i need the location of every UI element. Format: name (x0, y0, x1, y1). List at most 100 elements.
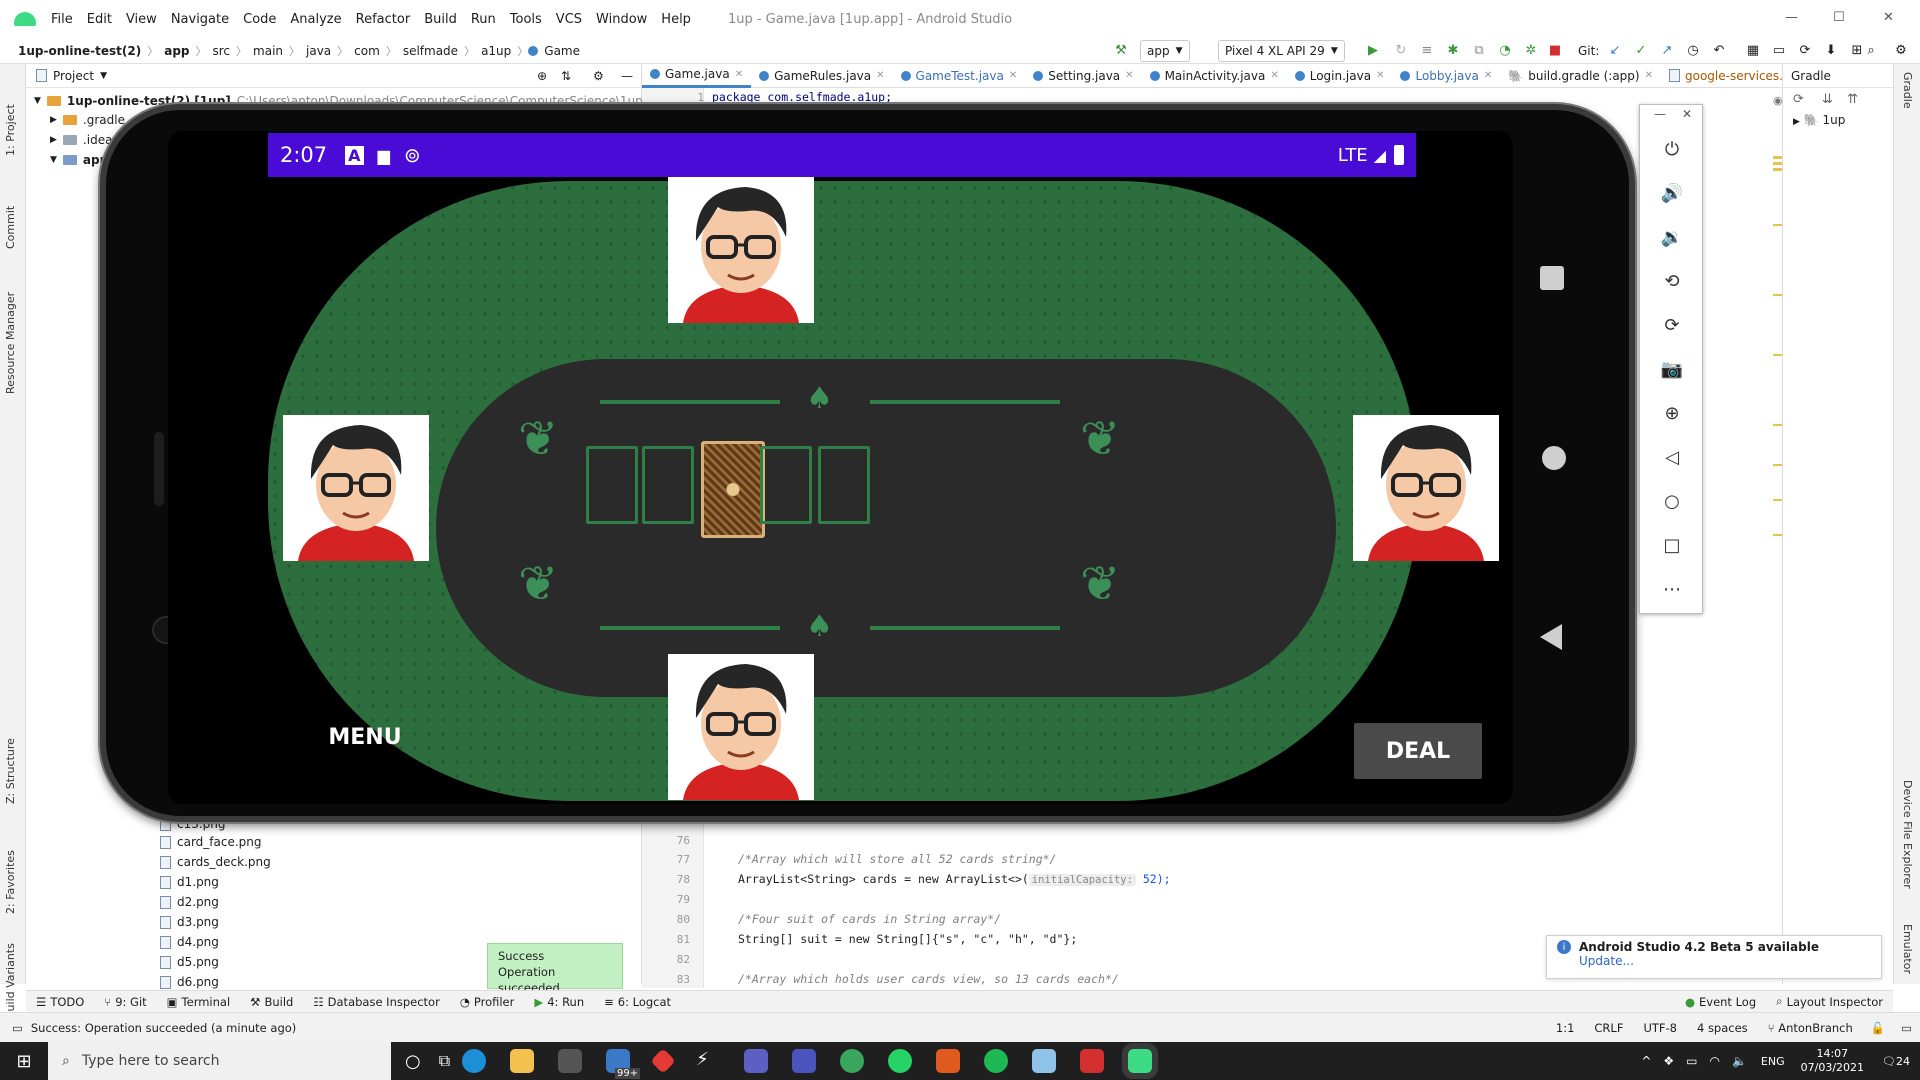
build-variants-tool-tab[interactable]: Build Variants (4, 943, 17, 1019)
debug-app-icon[interactable]: ✲ (1518, 40, 1544, 62)
wifi-icon[interactable]: ◠ (1703, 1054, 1725, 1068)
collapse-icon[interactable]: ⇅ (561, 69, 571, 83)
teams-icon[interactable] (792, 1049, 817, 1073)
profile-icon[interactable]: ◔ (1492, 40, 1518, 62)
close-icon[interactable]: ✕ (1682, 107, 1692, 121)
language-indicator[interactable]: ENG (1753, 1055, 1793, 1068)
edge-icon[interactable] (462, 1049, 487, 1073)
discord-icon[interactable] (744, 1049, 769, 1073)
recents-nav-button[interactable] (1540, 266, 1564, 290)
sync-icon[interactable]: ⟳ (1792, 40, 1818, 62)
menu-run[interactable]: Run (464, 12, 503, 27)
gear-icon[interactable]: ⚙ (593, 69, 604, 83)
app-red-icon[interactable] (1080, 1049, 1105, 1073)
run-tool-tab[interactable]: ▶ 4: Run (524, 995, 594, 1009)
apply-changes-icon[interactable]: ≡ (1414, 40, 1440, 62)
stop-icon[interactable]: ■ (1542, 40, 1568, 62)
tree-file[interactable]: d1.png (160, 875, 219, 889)
build-tool-tab[interactable]: ⚒ Build (240, 995, 303, 1009)
back-icon[interactable]: ◁ (1656, 441, 1688, 473)
menu-analyze[interactable]: Analyze (283, 12, 348, 27)
card-slot[interactable] (642, 446, 694, 524)
cortana-icon[interactable]: ○ (405, 1051, 421, 1072)
word-icon[interactable] (936, 1049, 961, 1073)
favorites-tool-tab[interactable]: 2: Favorites (4, 850, 17, 914)
rotate-right-icon[interactable]: ⟳ (1656, 309, 1688, 341)
line-separator[interactable]: CRLF (1584, 1021, 1633, 1035)
indent-setting[interactable]: 4 spaces (1687, 1021, 1758, 1035)
commit-tool-tab[interactable]: Commit (4, 206, 17, 249)
clock[interactable]: 14:07 07/03/2021 (1793, 1047, 1872, 1075)
android-studio-taskbar-icon[interactable] (1122, 1043, 1159, 1079)
notifications-icon[interactable]: 🗨24 (1872, 1055, 1920, 1068)
store-icon[interactable] (558, 1049, 583, 1073)
menu-vcs[interactable]: VCS (549, 12, 589, 27)
menu-file[interactable]: File (44, 12, 80, 27)
gradle-tree-item[interactable]: ▶ 🐘 1up (1783, 111, 1893, 129)
breadcrumb-src[interactable]: src (207, 44, 237, 58)
rerun-icon[interactable]: ↻ (1388, 40, 1414, 62)
run-icon[interactable]: ▶ (1360, 40, 1386, 62)
menu-refactor[interactable]: Refactor (349, 12, 418, 27)
screenshot-icon[interactable]: 📷 (1656, 353, 1688, 385)
event-log-tool-tab[interactable]: ● Event Log (1675, 995, 1766, 1009)
menu-build[interactable]: Build (417, 12, 464, 27)
tree-file[interactable]: d6.png (160, 975, 219, 989)
player-avatar-right[interactable] (1353, 415, 1499, 561)
update-link[interactable]: Update... (1579, 954, 1871, 968)
settings-icon[interactable]: ⚙ (1888, 40, 1914, 62)
tree-file[interactable]: d3.png (160, 915, 219, 929)
todo-tool-tab[interactable]: ☰ TODO (26, 995, 94, 1009)
app-diamond-icon[interactable] (650, 1048, 676, 1074)
device-select[interactable]: Pixel 4 XL API 29 ▼ (1218, 39, 1345, 62)
volume-up-icon[interactable]: 🔊 (1656, 177, 1688, 209)
power-icon[interactable]: ⏻ (1656, 133, 1688, 165)
resource-manager-tool-tab[interactable]: Resource Manager (4, 292, 17, 394)
menu-code[interactable]: Code (236, 12, 283, 27)
memory-indicator-icon[interactable]: ▭ (1893, 1021, 1920, 1035)
overview-icon[interactable]: □ (1656, 529, 1688, 561)
tree-file[interactable]: cards_deck.png (160, 855, 271, 869)
expand-icon[interactable]: ⇊ (1822, 92, 1833, 107)
menu-navigate[interactable]: Navigate (164, 12, 236, 27)
menu-help[interactable]: Help (654, 12, 698, 27)
git-branch[interactable]: ⑂ AntonBranch (1758, 1021, 1863, 1035)
tab-gametest-java[interactable]: GameTest.java ✕ (893, 64, 1026, 88)
card-slot[interactable] (586, 446, 638, 524)
breadcrumb-selfmade[interactable]: selfmade (397, 44, 464, 58)
git-update-icon[interactable]: ↙ (1602, 40, 1628, 62)
tree-item-app[interactable]: ▼ app (50, 153, 108, 167)
card-slot[interactable] (760, 446, 812, 524)
zoom-icon[interactable]: ⊕ (1656, 397, 1688, 429)
status-message[interactable]: Success: Operation succeeded (a minute a… (31, 1021, 296, 1035)
rotate-left-icon[interactable]: ⟲ (1656, 265, 1688, 297)
sdk-manager-icon[interactable]: ⬇ (1818, 40, 1844, 62)
file-encoding[interactable]: UTF-8 (1633, 1021, 1687, 1035)
taskbar-search-box[interactable]: ⌕ Type here to search (48, 1042, 391, 1080)
tab-build-gradle[interactable]: 🐘 build.gradle (:app) ✕ (1500, 64, 1661, 88)
notepad-icon[interactable] (1032, 1049, 1057, 1073)
tray-overflow-icon[interactable]: ^ (1635, 1054, 1657, 1068)
spotify-icon[interactable] (984, 1049, 1009, 1073)
refresh-icon[interactable]: ⟳ (1793, 92, 1804, 107)
project-structure-icon[interactable]: ▦ (1740, 40, 1766, 62)
search-icon[interactable]: ⌕ (1858, 40, 1884, 62)
gradle-tool-tab[interactable]: Gradle (1901, 72, 1914, 109)
breadcrumb-game[interactable]: Game (538, 44, 586, 58)
chevron-down-icon[interactable]: ▼ (100, 71, 107, 81)
player-avatar-bottom[interactable] (668, 654, 814, 800)
structure-tool-tab[interactable]: Z: Structure (4, 738, 17, 804)
git-tool-tab[interactable]: ⑂ 9: Git (94, 995, 156, 1009)
minimize-icon[interactable]: — (1654, 107, 1666, 121)
home-icon[interactable]: ○ (1656, 485, 1688, 517)
breadcrumb-project[interactable]: 1up-online-test(2) (0, 44, 147, 58)
task-view-icon[interactable]: ⧉ (439, 1051, 450, 1071)
collapse-icon[interactable]: ⇈ (1847, 92, 1858, 107)
project-view-select[interactable]: Project (53, 69, 94, 83)
hide-icon[interactable]: — (621, 69, 633, 83)
bolt-icon[interactable]: ⚡ (696, 1049, 720, 1073)
git-push-icon[interactable]: ↗ (1654, 40, 1680, 62)
avd-manager-icon[interactable]: ▭ (1766, 40, 1792, 62)
run-config-select[interactable]: app ▼ (1140, 39, 1190, 62)
success-balloon[interactable]: Success Operation succeeded (487, 943, 623, 995)
